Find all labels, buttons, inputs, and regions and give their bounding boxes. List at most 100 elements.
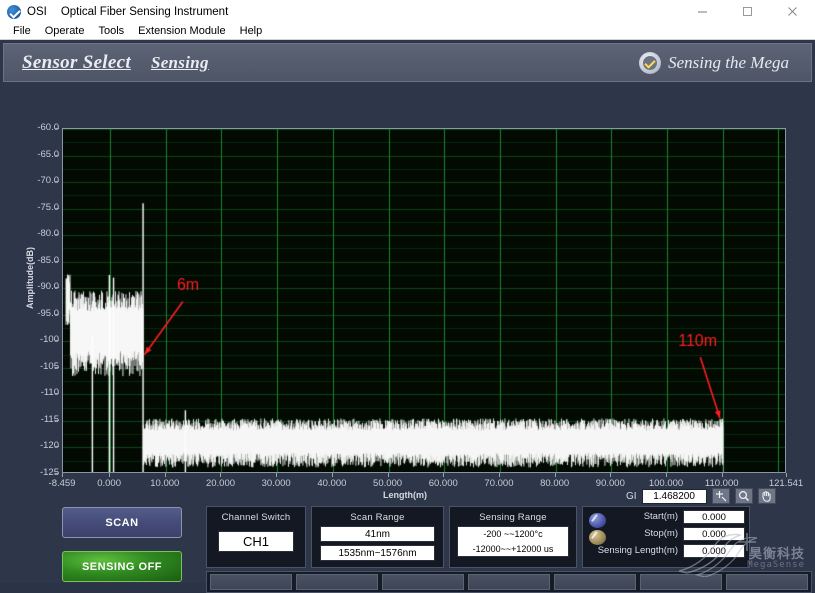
- x-tick-label: 0.000: [97, 478, 121, 489]
- gi-readout-row: GI 1.468200: [626, 488, 776, 504]
- y-tick-label: -120: [39, 440, 59, 452]
- app-abbreviation: OSI: [27, 5, 47, 18]
- x-tick-label: 10.000: [150, 478, 180, 489]
- scan-range-panel: Scan Range 41nm 1535nm~1576nm: [311, 506, 444, 568]
- main-panel: Sensor Select Sensing Sensing the Mega A…: [0, 39, 815, 593]
- x-tick-mark: [666, 473, 668, 477]
- y-tick-label: -100: [39, 334, 59, 346]
- tab-strip-cell[interactable]: [726, 574, 808, 590]
- y-tick-mark: [55, 260, 59, 262]
- x-tick-mark: [276, 473, 278, 477]
- watermark-chinese: 昊衡科技: [748, 547, 805, 562]
- tab-strip-cell[interactable]: [468, 574, 550, 590]
- scan-range-window-value[interactable]: 1535nm~1576nm: [320, 545, 435, 561]
- y-tick-mark: [55, 207, 59, 209]
- y-tick-mark: [55, 128, 59, 129]
- x-tick-mark: [443, 473, 445, 477]
- length-readout-panel: Start(m) 0.000 Stop(m) 0.000 Sensing Len…: [582, 506, 750, 568]
- menu-item-tools[interactable]: Tools: [91, 23, 131, 39]
- header-band: Sensor Select Sensing Sensing the Mega: [3, 43, 812, 82]
- y-tick-mark: [55, 154, 59, 156]
- sensing-range-title: Sensing Range: [479, 512, 547, 523]
- channel-switch-panel: Channel Switch CH1: [206, 506, 306, 568]
- y-tick-mark: [55, 181, 59, 183]
- window-controls: [680, 0, 815, 23]
- x-tick-mark: [331, 473, 333, 477]
- swirl-check-logo-icon: [639, 51, 662, 74]
- sensing-toggle-button[interactable]: SENSING OFF: [62, 551, 182, 582]
- chart-canvas[interactable]: [63, 129, 785, 472]
- sensing-range-temperature: -200 ~~1200°c: [483, 528, 543, 539]
- channel-switch-value[interactable]: CH1: [218, 531, 294, 552]
- menu-item-help[interactable]: Help: [233, 23, 270, 39]
- tab-strip-cell[interactable]: [640, 574, 722, 590]
- x-tick-label: 30.000: [261, 478, 291, 489]
- tab-strip-cell[interactable]: [554, 574, 636, 590]
- sensing-length-value[interactable]: 0.000: [683, 543, 745, 558]
- sensing-range-strain: -12000~~+12000 us: [472, 543, 554, 554]
- scan-range-span-value[interactable]: 41nm: [320, 526, 435, 542]
- y-tick-label: -90.0: [37, 281, 59, 293]
- y-tick-label: -70.0: [37, 175, 59, 187]
- x-tick-mark: [62, 473, 63, 477]
- sensing-range-value[interactable]: -200 ~~1200°c -12000~~+12000 us: [457, 526, 569, 557]
- tab-strip-cell[interactable]: [296, 574, 378, 590]
- x-axis-label: Length(m): [383, 490, 427, 500]
- gi-value-input[interactable]: 1.468200: [641, 488, 707, 504]
- x-tick-label: 70.000: [484, 478, 514, 489]
- y-tick-mark: [55, 234, 59, 236]
- x-tick-mark: [786, 473, 787, 477]
- x-tick-mark: [554, 473, 556, 477]
- brand: Sensing the Mega: [639, 51, 789, 74]
- crosshair-icon[interactable]: [711, 488, 730, 504]
- y-tick-mark: [55, 393, 59, 395]
- start-value[interactable]: 0.000: [683, 509, 745, 524]
- x-tick-mark: [164, 473, 166, 477]
- x-tick-mark: [610, 473, 612, 477]
- magnifier-icon[interactable]: [734, 488, 753, 504]
- gi-label: GI: [626, 490, 637, 502]
- watermark-english: MegaSense: [747, 560, 805, 570]
- close-button[interactable]: [770, 0, 815, 23]
- x-tick-mark: [387, 473, 389, 477]
- graph-container: Amplitude(dB) -60.0 -65.0 -70.0 -75.0 -80.0-…: [3, 84, 812, 504]
- y-tick-label: -75.0: [37, 201, 59, 213]
- tab-strip-cell[interactable]: [210, 574, 292, 590]
- readout-knobs: [589, 513, 615, 547]
- x-tick-label: 20.000: [205, 478, 236, 489]
- x-tick-label: 80.000: [540, 478, 570, 489]
- hand-icon[interactable]: [757, 488, 776, 504]
- sensing-range-panel: Sensing Range -200 ~~1200°c -12000~~+120…: [449, 506, 577, 568]
- menu-item-extension-module[interactable]: Extension Module: [131, 23, 232, 39]
- blue-indicator-icon: [589, 513, 606, 528]
- tab-sensing[interactable]: Sensing: [151, 53, 209, 73]
- minimize-button[interactable]: [680, 0, 725, 23]
- y-tick-mark: [55, 446, 59, 448]
- window-title-bar: OSI Optical Fiber Sensing Instrument: [0, 0, 815, 23]
- stop-value[interactable]: 0.000: [683, 526, 745, 541]
- y-tick-label: -125: [39, 467, 59, 478]
- menu-bar: File Operate Tools Extension Module Help: [0, 23, 815, 39]
- y-axis-ticks: -60.0 -65.0 -70.0 -75.0 -80.0 -85.0 -90.0 -95.0…: [11, 84, 59, 500]
- y-tick-label: -95.0: [37, 307, 59, 319]
- scan-button[interactable]: SCAN: [62, 507, 182, 538]
- y-tick-mark: [55, 313, 59, 315]
- x-tick-label: 60.000: [428, 478, 458, 489]
- y-tick-label: -60.0: [37, 122, 59, 133]
- menu-item-operate[interactable]: Operate: [38, 23, 92, 39]
- menu-item-file[interactable]: File: [6, 23, 38, 39]
- x-tick-label: 90.000: [595, 478, 625, 489]
- x-tick-mark: [220, 473, 222, 477]
- x-tick-label: -8.459: [48, 478, 76, 489]
- bottom-tab-strip: [206, 571, 812, 593]
- y-tick-label: -110: [40, 387, 59, 399]
- scan-range-title: Scan Range: [350, 512, 405, 523]
- tab-sensor-select[interactable]: Sensor Select: [22, 52, 131, 74]
- tab-strip-cell[interactable]: [382, 574, 464, 590]
- y-tick-label: -105: [39, 360, 59, 372]
- plot-area[interactable]: [62, 128, 786, 473]
- application-window: OSI Optical Fiber Sensing Instrument Fil…: [0, 0, 815, 593]
- y-tick-label: -85.0: [37, 254, 59, 266]
- maximize-button[interactable]: [725, 0, 770, 23]
- y-tick-label: -115: [40, 413, 59, 425]
